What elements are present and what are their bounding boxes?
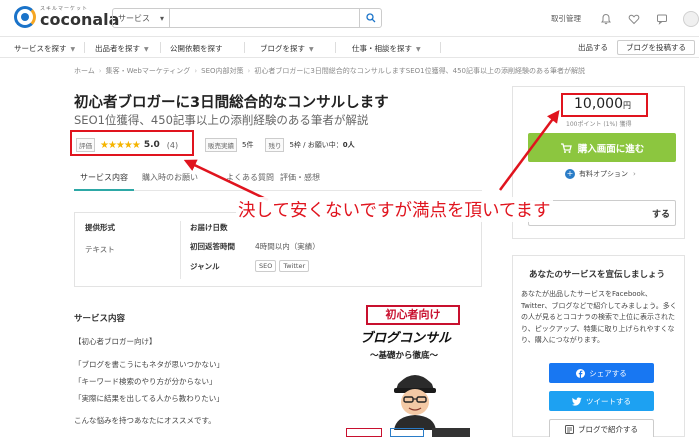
- caret-down-icon: ▾: [159, 13, 164, 23]
- body-line: 「ブログを書こうにもネタが思いつかない」: [74, 360, 224, 369]
- paid-options-toggle[interactable]: + 有料オプション ›: [565, 169, 636, 179]
- genre-chip-seo[interactable]: SEO: [255, 260, 277, 272]
- logo-wordmark: coconala: [40, 9, 120, 29]
- sales-label: 販売実績: [205, 138, 237, 152]
- tab-faq[interactable]: よくある質問: [226, 172, 274, 183]
- hero-headline: ブログコンサル: [360, 331, 452, 346]
- rating-stars-icon: ★★★★★: [100, 139, 141, 151]
- trade-management-link[interactable]: 取引管理: [551, 13, 581, 24]
- page-subtitle: SEO1位獲得、450記事以上の添削経験のある筆者が解説: [74, 113, 369, 127]
- nav-find-blogs[interactable]: ブログを探す ▼: [260, 43, 314, 54]
- chevron-down-icon: ▼: [70, 46, 76, 53]
- chevron-down-icon: ▼: [416, 46, 421, 53]
- hero-badge: 初心者向け: [366, 305, 460, 325]
- chat-icon[interactable]: [655, 12, 669, 26]
- facebook-icon: [576, 368, 586, 378]
- chevron-down-icon: ▼: [309, 46, 314, 53]
- service-hero-image[interactable]: 初心者向け ブログコンサル 〜基礎から徹底〜: [340, 300, 480, 437]
- cartoon-person-icon: [394, 375, 436, 430]
- blog-icon: [565, 424, 574, 434]
- service-spec-table: 提供形式 テキスト お届け日数 初回返答時間 4時間以内（実績） ジャンル SE…: [74, 212, 482, 287]
- active-tab-indicator: [74, 189, 134, 191]
- breadcrumb-category[interactable]: 集客・Webマーケティング: [106, 67, 191, 75]
- favorite-button-label: する: [652, 210, 671, 220]
- search-category-select[interactable]: サービス ▾: [113, 9, 170, 27]
- tab-reviews[interactable]: 評価・感想: [280, 172, 320, 183]
- reply-time-label: 初回返答時間: [190, 242, 235, 251]
- rating-summary[interactable]: 評価 ★★★★★ 5.0 (4): [76, 138, 178, 152]
- hero-tagline: 〜基礎から徹底〜: [370, 351, 439, 361]
- sell-link[interactable]: 出品する: [578, 42, 608, 53]
- requesting-value: 0人: [342, 141, 355, 149]
- nav-find-sellers[interactable]: 出品者を探す ▼: [95, 43, 149, 54]
- remaining-label: 残り: [265, 138, 285, 152]
- coconala-logo[interactable]: スキルマーケット coconala: [14, 6, 119, 28]
- chevron-right-icon: ›: [98, 67, 102, 75]
- twitter-tweet-button[interactable]: ツイートする: [549, 391, 654, 411]
- nav-find-requests[interactable]: 公開依頼を探す: [170, 43, 223, 54]
- tab-service-content[interactable]: サービス内容: [80, 172, 128, 183]
- blog-introduce-button[interactable]: ブログで紹介する: [549, 419, 654, 437]
- breadcrumb-subcategory[interactable]: SEO内部対策: [201, 67, 243, 75]
- chevron-right-icon: ›: [194, 67, 198, 75]
- breadcrumb-current: 初心者ブロガーに3日間総合的なコンサルしますSEO1位獲得、450記事以上の添削…: [254, 67, 585, 75]
- user-avatar[interactable]: [683, 10, 699, 27]
- service-price: 10,000円: [574, 96, 631, 112]
- body-line: 「キーワード検索のやり方が分からない」: [74, 377, 217, 386]
- delivery-heading: お届け日数: [190, 223, 228, 232]
- promote-title: あなたのサービスを宣伝しましょう: [529, 270, 666, 280]
- search-bar: サービス ▾: [112, 8, 382, 28]
- genre-label: ジャンル: [190, 261, 220, 271]
- service-tabs: サービス内容 購入時のお願い よくある質問 評価・感想: [74, 165, 482, 191]
- facebook-share-button[interactable]: シェアする: [549, 363, 654, 383]
- rating-score: 5.0: [143, 140, 160, 150]
- search-button[interactable]: [359, 9, 381, 27]
- page-title: 初心者ブロガーに3日間総合的なコンサルします: [74, 95, 389, 111]
- chevron-right-icon: ›: [247, 67, 251, 75]
- review-count[interactable]: (4): [167, 141, 178, 150]
- site-header: スキルマーケット coconala サービス ▾ 取引管理: [0, 0, 699, 37]
- chevron-down-icon: ▼: [144, 46, 149, 53]
- format-heading: 提供形式: [85, 223, 115, 232]
- annotation-caption: 決して安くないですが満点を頂いてます: [236, 197, 553, 222]
- genre-chip-twitter[interactable]: Twitter: [279, 260, 310, 272]
- proceed-to-purchase-button[interactable]: 購入画面に進む: [528, 133, 676, 162]
- body-line: こんな悩みを持つあなたにオススメです。: [74, 416, 216, 425]
- rating-label: 評価: [76, 138, 95, 152]
- category-nav: サービスを探す ▼ 出品者を探す ▼ 公開依頼を探す ブログを探す ▼ 仕事・相談を探…: [0, 37, 699, 58]
- points-earned: 100ポイント (1%) 獲得: [566, 121, 632, 128]
- plus-icon: +: [565, 169, 575, 179]
- cart-icon: [560, 142, 572, 154]
- sales-meta: 販売実績 5件 残り 5枠 / お願い中： 0人: [205, 138, 355, 152]
- sales-value: 5件: [242, 141, 254, 149]
- post-blog-button[interactable]: ブログを投稿する: [617, 40, 695, 55]
- nav-find-services[interactable]: サービスを探す ▼: [14, 43, 75, 54]
- search-category-label: サービス: [118, 13, 150, 23]
- service-content-heading: サービス内容: [74, 314, 126, 324]
- search-input[interactable]: [170, 9, 359, 27]
- heart-icon[interactable]: [627, 12, 641, 26]
- tab-purchase-request[interactable]: 購入時のお願い: [142, 172, 198, 183]
- remaining-value: 5枠 / お願い中：: [289, 141, 343, 149]
- breadcrumb-home[interactable]: ホーム: [74, 67, 95, 75]
- promote-description: あなたが出品したサービスをFacebook、Twitter、ブログなどで紹介して…: [521, 290, 677, 344]
- breadcrumb: ホーム › 集客・Webマーケティング › SEO内部対策 › 初心者ブロガーに3日間総合的…: [74, 66, 585, 76]
- reply-time-value: 4時間以内（実績）: [255, 242, 320, 251]
- nav-find-jobs[interactable]: 仕事・相談を探す ▼: [352, 43, 421, 54]
- body-line: 【初心者ブロガー向け】: [74, 337, 157, 346]
- logo-mark-icon: [14, 6, 36, 28]
- format-value: テキスト: [85, 245, 115, 254]
- bell-icon[interactable]: [599, 12, 613, 26]
- body-line: 「実際に結果を出してる人から教わりたい」: [74, 394, 224, 403]
- chevron-right-icon: ›: [633, 170, 636, 178]
- search-icon: [365, 13, 375, 23]
- twitter-bird-icon: [572, 397, 582, 406]
